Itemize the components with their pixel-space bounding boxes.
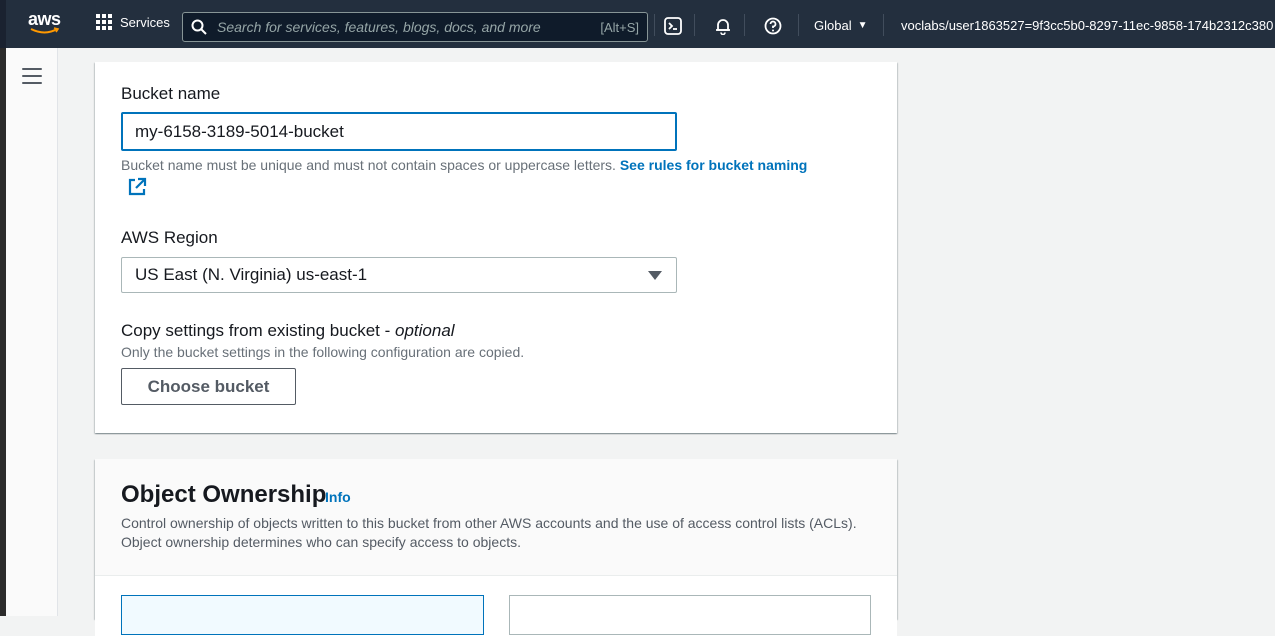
choose-bucket-button[interactable]: Choose bucket xyxy=(121,368,296,405)
aws-region-value: US East (N. Virginia) us-east-1 xyxy=(135,265,368,284)
search-icon xyxy=(191,19,207,35)
top-navigation-bar: aws Services [Alt+S] G xyxy=(0,0,1275,48)
aws-region-select[interactable]: US East (N. Virginia) us-east-1 xyxy=(121,257,677,293)
region-selector[interactable]: Global ▼ xyxy=(814,18,867,33)
help-icon[interactable] xyxy=(764,17,782,35)
bucket-name-hint: Bucket name must be unique and must not … xyxy=(121,157,881,173)
bucket-name-input[interactable] xyxy=(121,112,677,151)
bucket-name-label: Bucket name xyxy=(121,84,221,103)
region-label: Global xyxy=(814,18,852,33)
object-ownership-description: Control ownership of objects written to … xyxy=(121,515,857,550)
cloudshell-icon[interactable] xyxy=(664,17,682,35)
side-navigation-rail xyxy=(0,48,58,616)
copy-settings-label: Copy settings from existing bucket - opt… xyxy=(121,321,455,341)
aws-logo[interactable]: aws xyxy=(28,10,64,38)
services-label: Services xyxy=(120,14,170,30)
external-link-icon[interactable] xyxy=(127,177,147,197)
services-menu-button[interactable]: Services xyxy=(96,14,170,30)
ownership-option-acls-enabled[interactable] xyxy=(509,595,871,635)
general-configuration-panel: Bucket name Bucket name must be unique a… xyxy=(95,62,897,433)
nav-divider xyxy=(694,14,695,36)
nav-divider xyxy=(654,14,655,36)
ownership-option-acls-disabled[interactable] xyxy=(121,595,484,635)
bucket-naming-rules-link[interactable]: See rules for bucket naming xyxy=(620,157,808,173)
account-menu[interactable]: voclabs/user1863527=9f3cc5b0-8297-11ec-9… xyxy=(901,18,1275,33)
bucket-name-hint-text: Bucket name must be unique and must not … xyxy=(121,157,616,173)
object-ownership-title: Object Ownership xyxy=(121,481,327,508)
smile-arrow-icon xyxy=(30,27,60,34)
search-box[interactable]: [Alt+S] xyxy=(182,12,648,42)
hamburger-menu-icon[interactable] xyxy=(22,68,42,84)
object-ownership-info-link[interactable]: Info xyxy=(325,489,351,505)
object-ownership-panel: Object Ownership Info Control ownership … xyxy=(95,459,897,636)
aws-logo-text: aws xyxy=(28,9,61,29)
optional-marker: optional xyxy=(395,321,455,340)
nav-divider xyxy=(883,14,884,36)
search-shortcut: [Alt+S] xyxy=(600,19,639,35)
caret-down-icon: ▼ xyxy=(857,20,868,31)
grid-icon xyxy=(96,14,112,30)
nav-divider xyxy=(798,14,799,36)
bell-icon[interactable] xyxy=(714,17,732,35)
aws-region-label: AWS Region xyxy=(121,228,218,247)
copy-settings-hint: Only the bucket settings in the followin… xyxy=(121,344,525,360)
copy-settings-label-text: Copy settings from existing bucket - xyxy=(121,321,396,340)
nav-divider xyxy=(744,14,745,36)
search-input[interactable] xyxy=(217,19,601,35)
caret-down-icon xyxy=(648,271,662,280)
